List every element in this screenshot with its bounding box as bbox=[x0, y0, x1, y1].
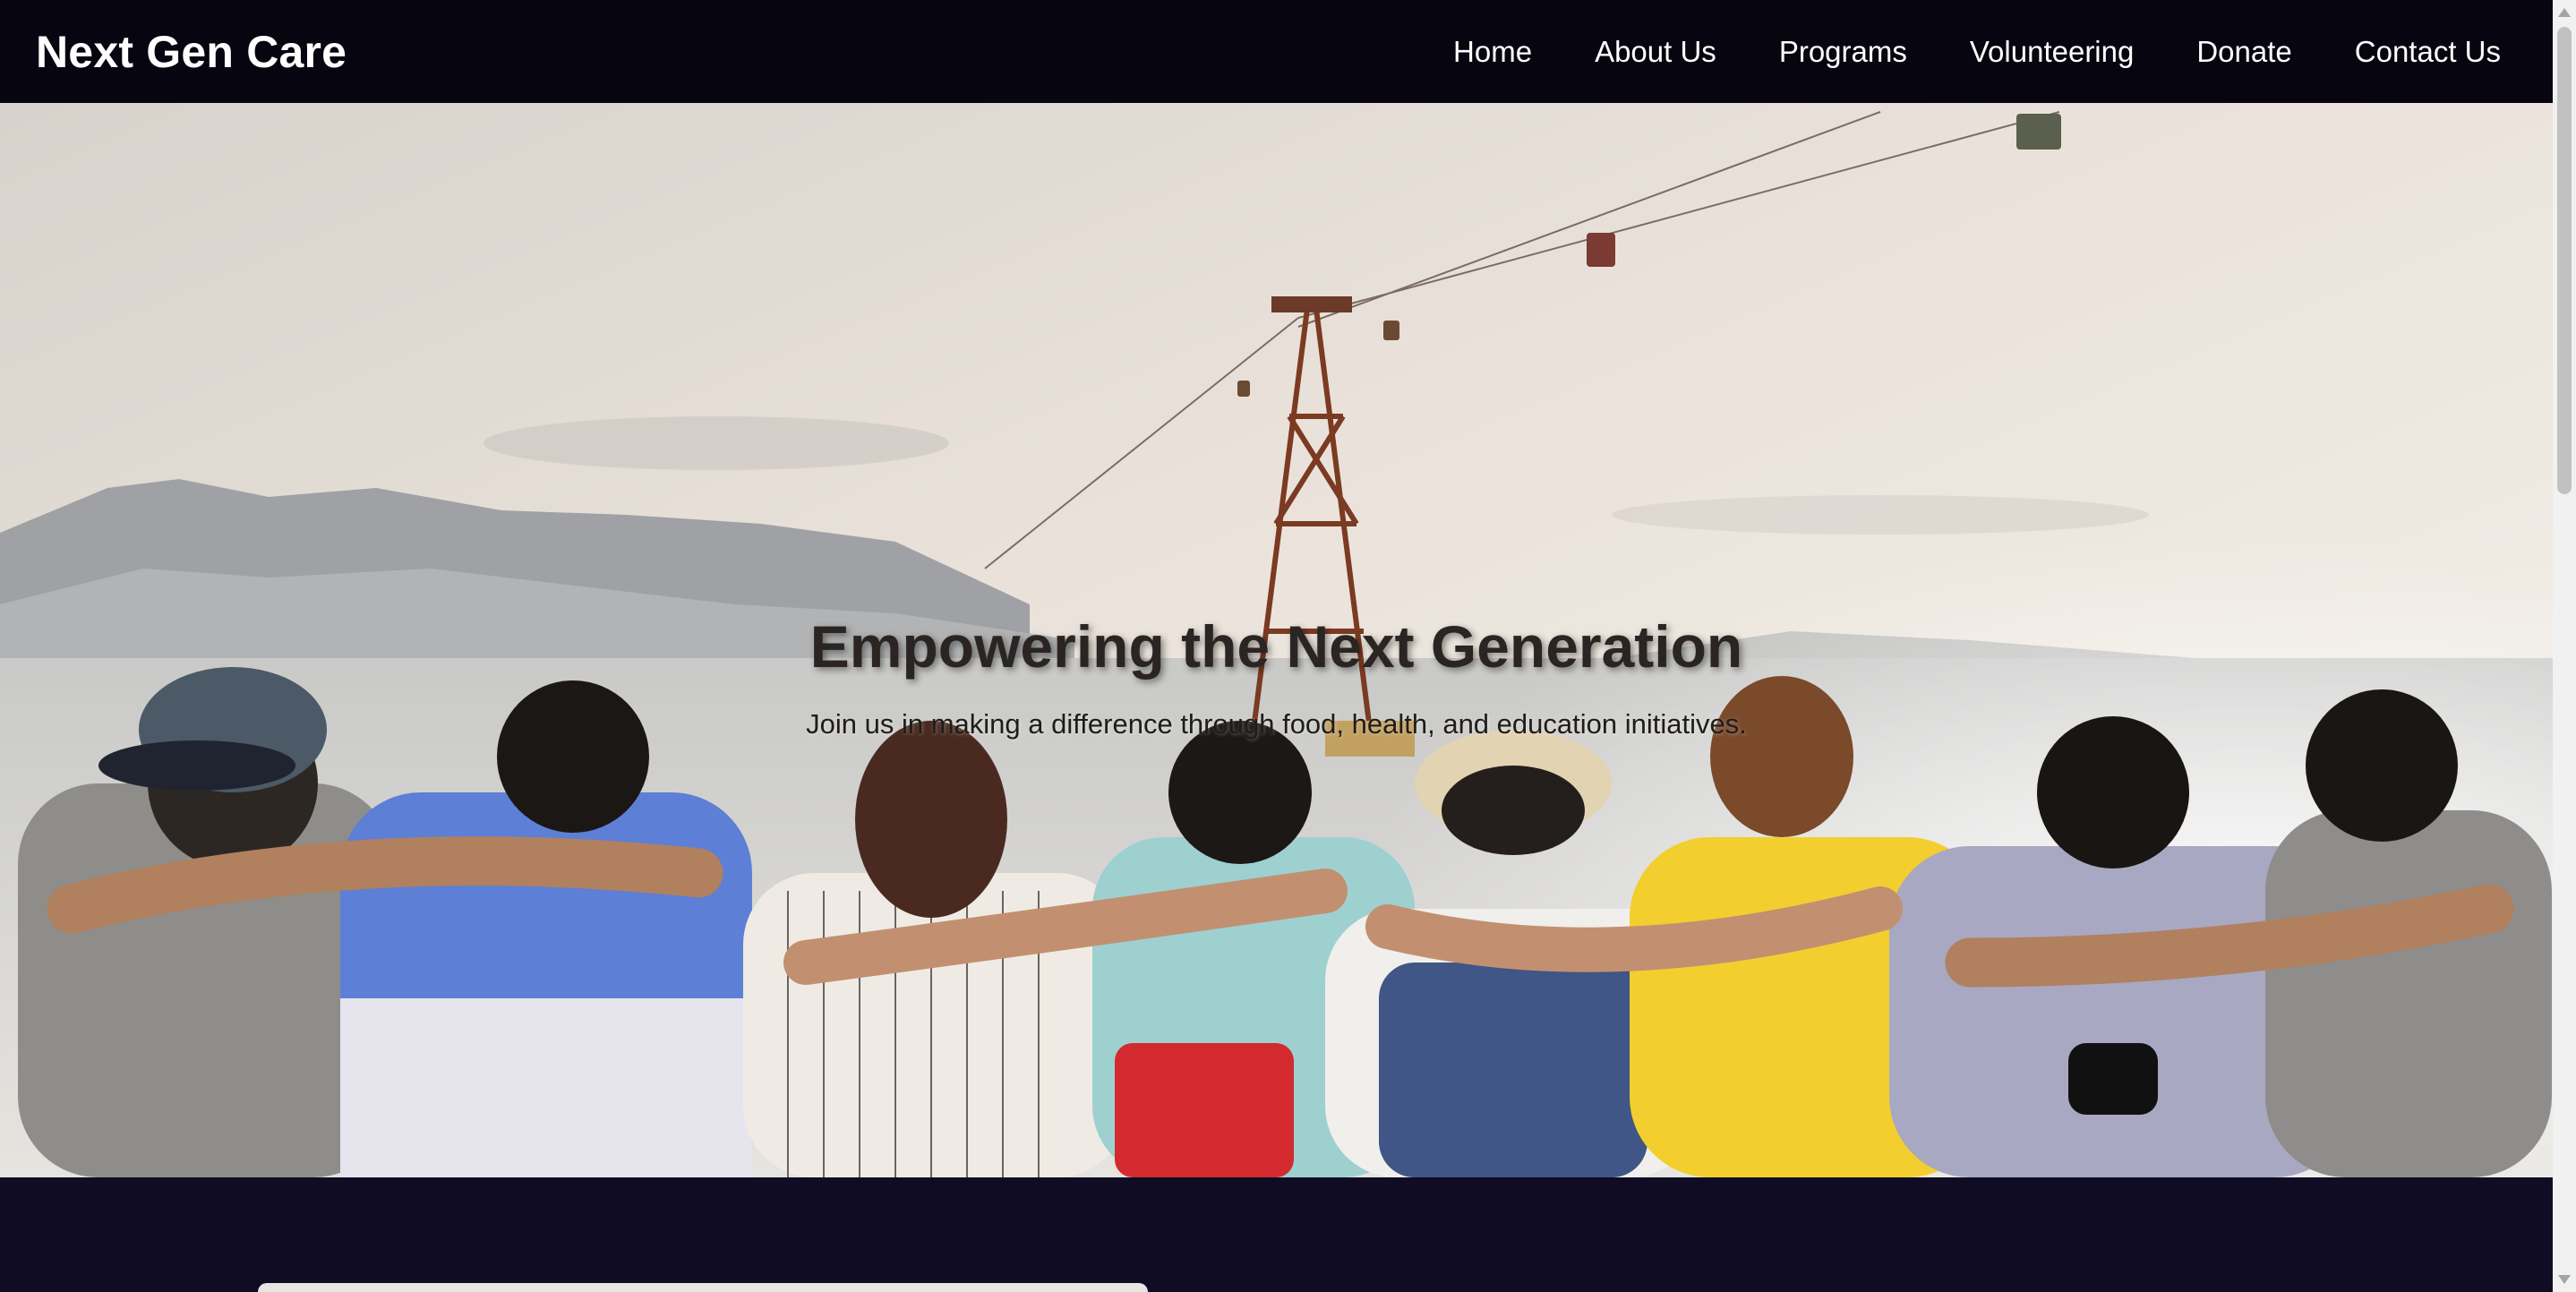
hero-subtitle: Join us in making a difference through f… bbox=[806, 708, 1747, 740]
navbar: Next Gen Care Home About Us Programs Vol… bbox=[0, 0, 2553, 103]
hero-section: Empowering the Next Generation Join us i… bbox=[0, 103, 2553, 1177]
scroll-up-icon[interactable] bbox=[2558, 8, 2571, 17]
content-section bbox=[0, 1177, 2553, 1292]
nav-link-programs[interactable]: Programs bbox=[1748, 35, 1938, 69]
site-logo-text[interactable]: Next Gen Care bbox=[36, 26, 347, 78]
scroll-down-icon[interactable] bbox=[2558, 1275, 2571, 1284]
main-nav: Home About Us Programs Volunteering Dona… bbox=[1422, 35, 2501, 69]
card-preview bbox=[258, 1283, 1148, 1292]
nav-link-home[interactable]: Home bbox=[1422, 35, 1563, 69]
nav-link-volunteering[interactable]: Volunteering bbox=[1938, 35, 2165, 69]
scrollbar-thumb[interactable] bbox=[2557, 27, 2572, 494]
vertical-scrollbar[interactable] bbox=[2553, 0, 2576, 1292]
hero-title: Empowering the Next Generation bbox=[809, 613, 1743, 680]
nav-link-donate[interactable]: Donate bbox=[2165, 35, 2323, 69]
nav-link-contact-us[interactable]: Contact Us bbox=[2324, 35, 2501, 69]
page: Next Gen Care Home About Us Programs Vol… bbox=[0, 0, 2576, 1292]
nav-link-about-us[interactable]: About Us bbox=[1563, 35, 1748, 69]
